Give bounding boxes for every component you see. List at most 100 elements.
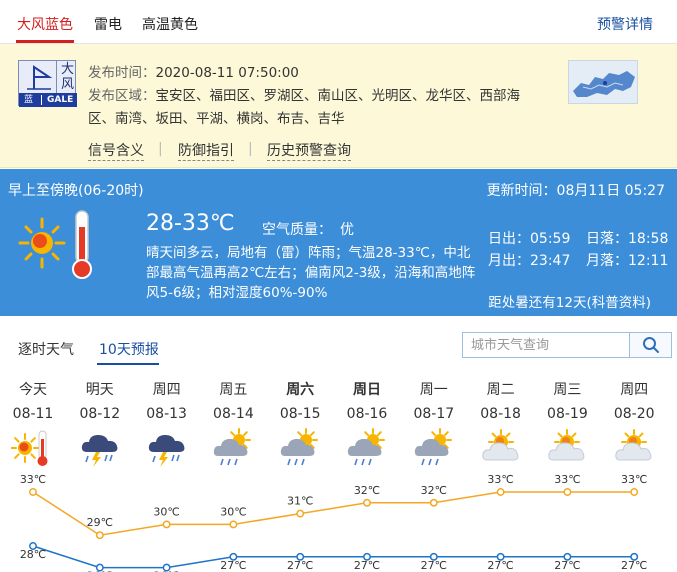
map-icon	[569, 61, 637, 103]
signal-meaning-link[interactable]: 信号含义	[88, 140, 144, 161]
sun-cloud-rain-icon	[414, 428, 452, 466]
city-search-input[interactable]	[463, 333, 631, 357]
high-temp-point	[429, 498, 438, 507]
high-temp-point	[630, 488, 639, 496]
alert-panel: 大 风 蓝 GALE 发布时间：2020-08-11 07:50:00 发布区域…	[0, 44, 677, 168]
alert-info: 发布时间：2020-08-11 07:50:00 发布区域：宝安区、福田区、罗湖…	[88, 62, 558, 131]
active-tab-indicator	[16, 40, 74, 43]
sun-cloud-rain-icon	[281, 428, 319, 466]
low-temp-label: 27℃	[220, 559, 246, 572]
forecast-day-date: 08-16	[346, 406, 388, 422]
high-temp-point	[296, 509, 305, 518]
forecast-day-date: 08-17	[413, 406, 455, 422]
today-temperature: 28-33℃	[146, 211, 235, 236]
forecast-day-name: 周二	[486, 382, 515, 398]
tab-alert-heat-yellow[interactable]: 高温黄色	[142, 14, 198, 34]
forecast-day-name: 周日	[353, 382, 381, 398]
tab-10-day-forecast[interactable]: 10天预报	[99, 339, 159, 359]
low-temp-label: 28℃	[20, 548, 46, 561]
defense-guide-link[interactable]: 防御指引	[178, 140, 234, 161]
alert-detail-link[interactable]: 预警详情	[597, 14, 653, 34]
today-period: 早上至傍晚(06-20时)	[8, 183, 144, 199]
alert-history-link[interactable]: 历史预警查询	[267, 140, 351, 161]
city-search-box	[462, 332, 672, 358]
badge-gale: GALE	[47, 95, 74, 105]
high-temp-label: 33℃	[20, 473, 46, 486]
badge-level: 蓝	[24, 95, 34, 105]
tab-hourly-weather[interactable]: 逐时天气	[18, 339, 74, 359]
active-tab-indicator	[97, 363, 159, 365]
alert-tab-bar: 大风蓝色 雷电 高温黄色 预警详情	[0, 0, 677, 44]
forecast-day-date: 08-20	[613, 406, 655, 422]
temperature-trend-chart: 33℃28℃29℃26℃30℃26℃30℃27℃31℃27℃32℃27℃32℃2…	[20, 473, 648, 572]
high-temp-label: 30℃	[220, 505, 246, 518]
sun-cloud-icon	[615, 429, 652, 461]
alert-area-map-thumbnail[interactable]	[568, 60, 638, 104]
high-temp-label: 30℃	[153, 505, 179, 518]
sun-cloud-rain-icon	[214, 428, 252, 466]
forecast-day-date: 08-15	[279, 406, 321, 422]
search-icon	[643, 337, 659, 353]
high-temp-point	[496, 488, 505, 496]
issue-time-row: 发布时间：2020-08-11 07:50:00	[88, 65, 299, 81]
high-temp-label: 32℃	[421, 484, 447, 497]
today-updated-time: 更新时间：08月11日 05:27	[486, 183, 665, 199]
high-temp-label: 33℃	[487, 473, 513, 486]
forecast-day-name: 周四	[620, 382, 649, 398]
low-temp-label: 27℃	[487, 559, 513, 572]
forecast-day-name: 周三	[553, 382, 582, 398]
high-temp-label: 33℃	[554, 473, 580, 486]
forecast-day-name: 今天	[19, 382, 47, 398]
solar-term-countdown[interactable]: 距处暑还有12天(科普资料)	[488, 291, 651, 311]
low-temp-label: 27℃	[421, 559, 447, 572]
high-temp-point	[162, 520, 171, 529]
low-temp-line	[32, 545, 635, 569]
low-temp-label: 27℃	[287, 559, 313, 572]
today-description: 晴天间多云，局地有（雷）阵雨；气温28-33℃，中北部最高气温再高2℃左右；偏南…	[146, 245, 476, 301]
sunny-hot-icon	[18, 210, 92, 279]
air-quality: 空气质量：优	[262, 222, 354, 238]
forecast-day-date: 08-19	[547, 406, 588, 422]
high-temp-label: 32℃	[354, 484, 380, 497]
forecast-day-name: 明天	[85, 382, 114, 398]
tab-alert-thunder[interactable]: 雷电	[94, 14, 122, 34]
search-button[interactable]	[629, 333, 671, 357]
high-temp-point	[363, 498, 371, 507]
sunset-time: 日落：18:58	[586, 231, 669, 247]
low-temp-label: 27℃	[354, 559, 380, 572]
issue-area-row: 发布区域：宝安区、福田区、罗湖区、南山区、光明区、龙华区、西部海	[88, 88, 521, 104]
badge-char: 风	[60, 77, 74, 92]
issue-area: 宝安区、福田区、罗湖区、南山区、光明区、龙华区、西部海	[155, 88, 521, 104]
forecast-day-date: 08-13	[146, 406, 187, 422]
moonrise-time: 月出：23:47	[488, 253, 571, 269]
sun-cloud-icon	[548, 429, 585, 461]
issue-time: 2020-08-11 07:50:00	[155, 65, 299, 81]
thunderstorm-icon	[81, 435, 118, 467]
sun-cloud-icon	[481, 429, 518, 461]
low-temp-label: 27℃	[554, 559, 580, 572]
sun-cloud-rain-icon	[347, 428, 385, 466]
high-temp-label: 31℃	[287, 495, 313, 508]
forecast-day-name: 周五	[219, 382, 248, 398]
wind-flag-icon	[27, 65, 53, 90]
tab-alert-gale-blue[interactable]: 大风蓝色	[17, 14, 73, 34]
high-temp-point	[229, 520, 238, 529]
high-temp-label: 29℃	[87, 516, 113, 529]
forecast-day-date: 08-12	[79, 406, 121, 422]
forecast-day-date: 08-11	[12, 406, 54, 422]
high-temp-label: 33℃	[621, 473, 647, 486]
moonset-time: 月落：12:11	[586, 253, 669, 269]
forecast-day-name: 周一	[419, 382, 448, 398]
today-weather-panel: 早上至傍晚(06-20时) 更新时间：08月11日 05:27 28-33℃ 空…	[0, 169, 677, 316]
air-quality-value: 优	[340, 222, 354, 238]
badge-char: 大	[60, 62, 74, 77]
sunrise-time: 日出：05:59	[488, 231, 571, 247]
gale-blue-signal-icon: 大 风 蓝 GALE	[18, 60, 77, 107]
sunny-hot-icon	[11, 430, 48, 466]
high-temp-point	[95, 531, 104, 540]
low-temp-label: 27℃	[621, 559, 647, 572]
forecast-day-date: 08-14	[213, 406, 254, 422]
forecast-day-date: 08-18	[480, 406, 521, 422]
high-temp-point	[29, 488, 37, 496]
forecast-day-name: 周六	[286, 382, 315, 398]
